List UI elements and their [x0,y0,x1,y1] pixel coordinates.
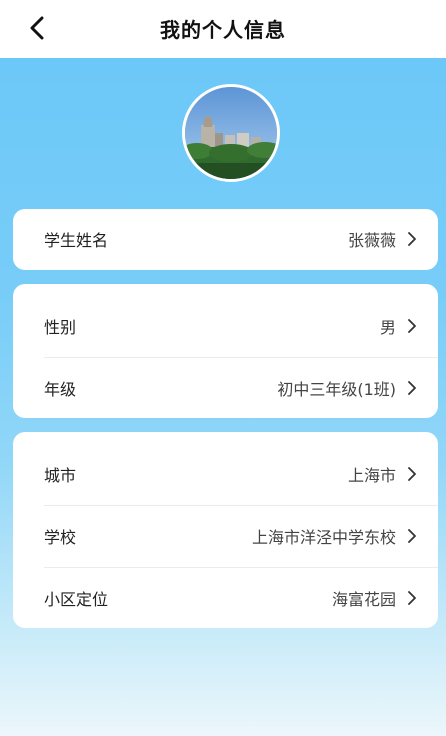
chevron-right-icon [408,380,416,396]
card-location: 城市 上海市 学校 上海市洋泾中学东校 小区定位 海富花园 [13,432,438,628]
row-school[interactable]: 学校 上海市洋泾中学东校 [44,506,416,566]
row-label: 性别 [44,318,77,337]
row-value: 上海市 [347,466,396,485]
row-label: 学校 [44,528,77,547]
row-value: 男 [379,318,396,337]
row-value: 初中三年级(1班) [277,380,396,399]
chevron-right-icon [408,528,416,544]
row-value: 海富花园 [331,590,396,609]
chevron-right-icon [408,318,416,334]
row-value: 张薇薇 [347,231,396,250]
card-basic-name: 学生姓名 张薇薇 [13,209,438,270]
chevron-right-icon [408,466,416,482]
top-nav-bar: 我的个人信息 [0,0,446,58]
row-label: 小区定位 [44,590,109,609]
row-city[interactable]: 城市 上海市 [44,444,416,504]
page-title: 我的个人信息 [160,18,286,42]
row-label: 年级 [44,380,77,399]
row-value: 上海市洋泾中学东校 [251,528,396,547]
row-grade[interactable]: 年级 初中三年级(1班) [44,358,416,418]
row-community-location[interactable]: 小区定位 海富花园 [44,568,416,628]
card-gender-grade: 性别 男 年级 初中三年级(1班) [13,284,438,418]
row-student-name[interactable]: 学生姓名 张薇薇 [44,209,416,269]
profile-content: 学生姓名 张薇薇 性别 男 年级 初中三年级(1班) 城市 上海市 学校 上海市… [0,58,446,736]
avatar[interactable] [182,84,280,182]
row-label: 学生姓名 [44,231,109,250]
row-label: 城市 [44,466,77,485]
chevron-right-icon [408,231,416,247]
chevron-right-icon [408,590,416,606]
avatar-image [185,87,277,179]
row-gender[interactable]: 性别 男 [44,296,416,356]
